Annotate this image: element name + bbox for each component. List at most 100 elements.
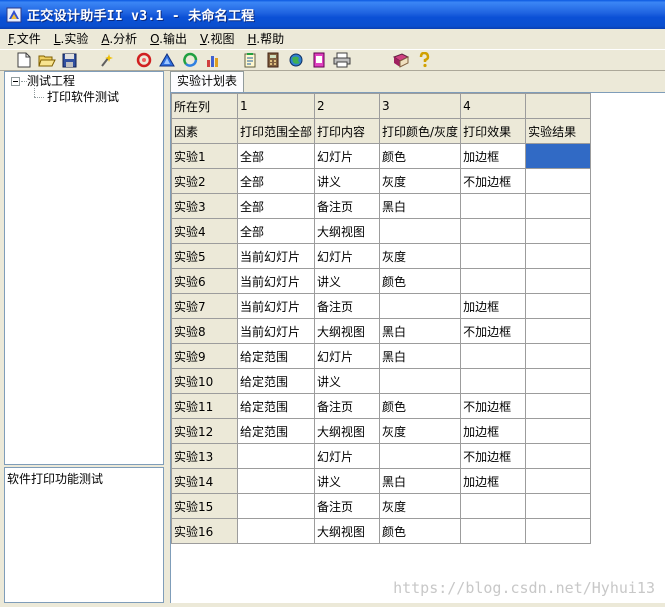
grid-row-header[interactable]: 实验9: [171, 343, 238, 369]
grid-cell[interactable]: [460, 493, 527, 519]
grid-header-cell[interactable]: 打印颜色/灰度: [379, 118, 462, 144]
grid-cell[interactable]: 备注页: [314, 193, 381, 219]
experiment-grid-area[interactable]: 所在列 1 2 3 4 因素 打印范围全部 打印内容 打印颜色/灰度 打印效果 实验结果 实验1 全部幻…: [170, 92, 665, 603]
grid-row-header[interactable]: 实验6: [171, 268, 238, 294]
grid-row-header[interactable]: 实验8: [171, 318, 238, 344]
grid-cell[interactable]: [525, 343, 592, 369]
experiment-grid[interactable]: 所在列 1 2 3 4 因素 打印范围全部 打印内容 打印颜色/灰度 打印效果 实验结果 实验1 全部幻…: [171, 93, 592, 544]
app-icon[interactable]: [6, 7, 22, 23]
tree-node-root[interactable]: 测试工程: [27, 74, 75, 89]
grid-cell[interactable]: [460, 368, 527, 394]
grid-cell[interactable]: 当前幻灯片: [236, 268, 316, 294]
document-button[interactable]: [307, 50, 330, 70]
grid-cell[interactable]: 加边框: [460, 293, 527, 319]
grid-cell[interactable]: 大纲视图: [314, 418, 381, 444]
grid-cell[interactable]: 不加边框: [460, 393, 527, 419]
tab-experiment-plan[interactable]: 实验计划表: [170, 71, 245, 92]
grid-header-cell[interactable]: [525, 93, 592, 119]
grid-cell[interactable]: [525, 168, 592, 194]
grid-cell[interactable]: 颜色: [379, 393, 462, 419]
grid-cell[interactable]: [460, 243, 527, 269]
grid-cell[interactable]: 灰度: [379, 243, 462, 269]
grid-cell[interactable]: 全部: [236, 193, 316, 219]
grid-cell[interactable]: 颜色: [379, 143, 462, 169]
grid-cell-selected[interactable]: [525, 143, 592, 169]
grid-cell[interactable]: [525, 268, 592, 294]
wizard-button[interactable]: [95, 50, 118, 70]
grid-row-header[interactable]: 实验4: [171, 218, 238, 244]
grid-header-cell[interactable]: 1: [236, 93, 316, 119]
grid-cell[interactable]: 当前幻灯片: [236, 243, 316, 269]
grid-row-header[interactable]: 实验2: [171, 168, 238, 194]
notepad-button[interactable]: [238, 50, 261, 70]
grid-cell[interactable]: 给定范围: [236, 368, 316, 394]
menu-file[interactable]: F.文件: [4, 30, 50, 48]
grid-row-header[interactable]: 实验5: [171, 243, 238, 269]
grid-row-header[interactable]: 实验7: [171, 293, 238, 319]
grid-cell[interactable]: [236, 518, 316, 544]
grid-cell[interactable]: [379, 443, 462, 469]
grid-cell[interactable]: [525, 318, 592, 344]
tree-collapse-toggle[interactable]: [11, 77, 20, 86]
grid-header-cell[interactable]: 打印范围全部: [236, 118, 316, 144]
grid-cell[interactable]: 大纲视图: [314, 518, 381, 544]
grid-cell[interactable]: 全部: [236, 143, 316, 169]
grid-cell[interactable]: 不加边框: [460, 443, 527, 469]
bar-chart-button[interactable]: [201, 50, 224, 70]
menu-help[interactable]: H.帮助: [243, 30, 293, 48]
help-button[interactable]: [412, 50, 435, 70]
menu-view[interactable]: V.视图: [196, 30, 244, 48]
grid-row-header[interactable]: 实验12: [171, 418, 238, 444]
grid-header-cell[interactable]: 所在列: [171, 93, 238, 119]
grid-cell[interactable]: [379, 218, 462, 244]
print-button[interactable]: [330, 50, 353, 70]
grid-cell[interactable]: 大纲视图: [314, 218, 381, 244]
menu-experiment[interactable]: L.实验: [50, 30, 98, 48]
grid-cell[interactable]: 灰度: [379, 418, 462, 444]
grid-cell[interactable]: 给定范围: [236, 393, 316, 419]
menu-analysis[interactable]: A.分析: [97, 30, 146, 48]
open-button[interactable]: [35, 50, 58, 70]
grid-header-cell[interactable]: 2: [314, 93, 381, 119]
recycle-button[interactable]: [178, 50, 201, 70]
grid-row-header[interactable]: 实验1: [171, 143, 238, 169]
grid-cell[interactable]: [460, 268, 527, 294]
grid-header-cell[interactable]: 3: [379, 93, 462, 119]
new-file-button[interactable]: [12, 50, 35, 70]
grid-cell[interactable]: [525, 218, 592, 244]
grid-cell[interactable]: [525, 518, 592, 544]
grid-cell[interactable]: 加边框: [460, 418, 527, 444]
globe-button[interactable]: [284, 50, 307, 70]
grid-cell[interactable]: 幻灯片: [314, 443, 381, 469]
grid-cell[interactable]: 讲义: [314, 268, 381, 294]
grid-cell[interactable]: 全部: [236, 168, 316, 194]
grid-cell[interactable]: [525, 368, 592, 394]
menu-output[interactable]: O.输出: [146, 30, 196, 48]
grid-cell[interactable]: [525, 393, 592, 419]
grid-cell[interactable]: 不加边框: [460, 168, 527, 194]
grid-row-header[interactable]: 实验14: [171, 468, 238, 494]
grid-row-header[interactable]: 实验3: [171, 193, 238, 219]
grid-cell[interactable]: [525, 293, 592, 319]
grid-header-cell[interactable]: 打印效果: [460, 118, 527, 144]
grid-cell[interactable]: [236, 493, 316, 519]
grid-cell[interactable]: 颜色: [379, 518, 462, 544]
calculator-button[interactable]: [261, 50, 284, 70]
grid-row-header[interactable]: 实验16: [171, 518, 238, 544]
grid-cell[interactable]: 加边框: [460, 468, 527, 494]
grid-cell[interactable]: 大纲视图: [314, 318, 381, 344]
grid-cell[interactable]: [460, 343, 527, 369]
grid-row-header[interactable]: 实验11: [171, 393, 238, 419]
grid-cell[interactable]: [379, 368, 462, 394]
grid-cell[interactable]: 幻灯片: [314, 243, 381, 269]
grid-cell[interactable]: [236, 443, 316, 469]
grid-cell[interactable]: 讲义: [314, 468, 381, 494]
grid-cell[interactable]: 幻灯片: [314, 343, 381, 369]
grid-cell[interactable]: 不加边框: [460, 318, 527, 344]
grid-cell[interactable]: 给定范围: [236, 343, 316, 369]
grid-cell[interactable]: 颜色: [379, 268, 462, 294]
grid-cell[interactable]: 讲义: [314, 368, 381, 394]
project-tree[interactable]: 测试工程 打印软件测试: [4, 71, 164, 465]
grid-cell[interactable]: [525, 243, 592, 269]
grid-header-cell[interactable]: 因素: [171, 118, 238, 144]
